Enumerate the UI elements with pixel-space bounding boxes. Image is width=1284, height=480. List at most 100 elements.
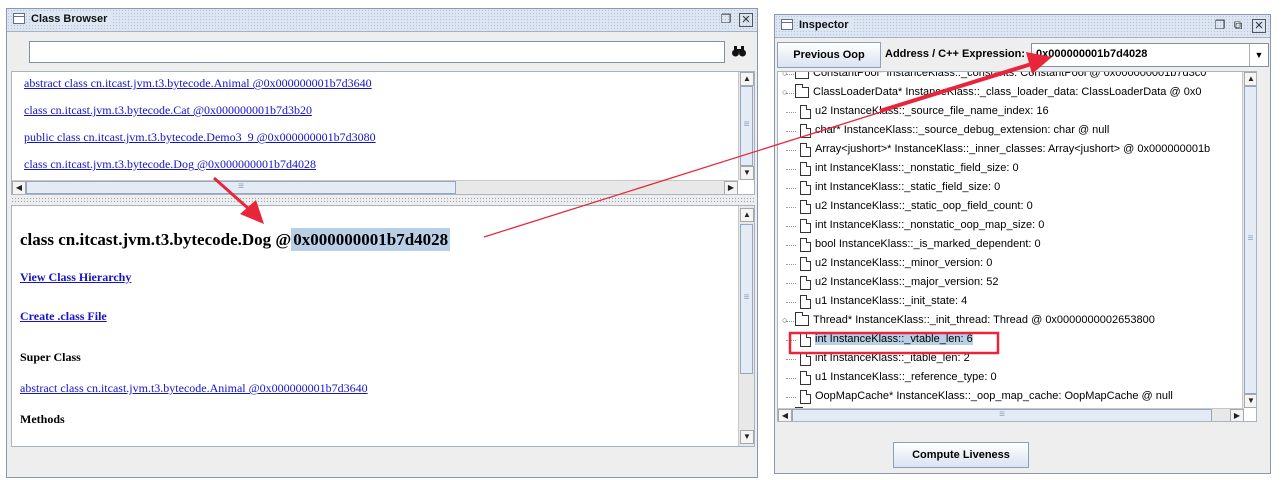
- class-link-cat[interactable]: class cn.itcast.jvm.t3.bytecode.Cat @0x0…: [24, 103, 312, 118]
- restore-icon[interactable]: ❐: [719, 12, 733, 26]
- document-icon: [800, 200, 811, 214]
- class-heading: class cn.itcast.jvm.t3.bytecode.Dog @0x0…: [20, 228, 451, 251]
- inspector-titlebar[interactable]: Inspector ❐ ⧉ ✕: [775, 15, 1270, 38]
- folder-icon: [795, 84, 809, 98]
- expand-icon[interactable]: ○: [782, 72, 789, 78]
- tree-connector: [786, 283, 796, 284]
- tree-row-label: int InstanceKlass::_nonstatic_oop_map_si…: [815, 219, 1045, 231]
- tree-row-label: Array<jushort>* InstanceKlass::_inner_cl…: [815, 143, 1211, 155]
- compute-liveness-button[interactable]: Compute Liveness: [893, 442, 1029, 468]
- expand-icon[interactable]: ○: [782, 316, 789, 325]
- tree-row-label: u2 InstanceKlass::_source_file_name_inde…: [815, 105, 1049, 117]
- tree-row[interactable]: u1 InstanceKlass::_reference_type: 0: [778, 369, 1242, 388]
- tree-row-label: int InstanceKlass::_itable_len: 2: [815, 352, 970, 364]
- tree-row[interactable]: ○ ClassLoaderData* InstanceKlass::_class_…: [778, 84, 1242, 103]
- tree-row[interactable]: u2 InstanceKlass::_major_version: 52: [778, 274, 1242, 293]
- address-combo[interactable]: 0x000000001b7d4028 ▼: [1031, 43, 1269, 67]
- scroll-right-icon[interactable]: ▶: [724, 181, 738, 194]
- tree-row[interactable]: ○ Thread* InstanceKlass::_init_thread: Th…: [778, 312, 1242, 331]
- scroll-thumb[interactable]: [740, 86, 753, 166]
- scroll-down-icon[interactable]: ▼: [740, 166, 754, 180]
- scroll-left-icon[interactable]: ◀: [778, 409, 792, 421]
- search-input[interactable]: [29, 41, 725, 63]
- close-icon[interactable]: ✕: [1252, 19, 1266, 33]
- splitter[interactable]: [11, 197, 755, 203]
- class-heading-prefix: class cn.itcast.jvm.t3.bytecode.Dog @: [20, 230, 292, 249]
- class-browser-titlebar[interactable]: Class Browser ❐ ✕: [7, 9, 757, 32]
- window-icon: [781, 19, 793, 30]
- inspector-tree: ○ ConstantPool* InstanceKlass::_constants…: [777, 71, 1257, 422]
- tree-row[interactable]: Array<jushort>* InstanceKlass::_inner_cl…: [778, 141, 1242, 160]
- previous-oop-button[interactable]: Previous Oop: [777, 42, 881, 68]
- scroll-thumb[interactable]: [740, 224, 753, 374]
- class-link-animal[interactable]: abstract class cn.itcast.jvm.t3.bytecode…: [24, 76, 372, 91]
- tree-row[interactable]: int InstanceKlass::_nonstatic_oop_map_si…: [778, 217, 1242, 236]
- tree-row-label: u1 InstanceKlass::_init_state: 4: [815, 295, 968, 307]
- tree-connector: [786, 112, 796, 113]
- address-input[interactable]: 0x000000001b7d4028: [1036, 48, 1147, 60]
- view-class-hierarchy-link[interactable]: View Class Hierarchy: [20, 270, 131, 285]
- tree-row-label: Thread* InstanceKlass::_init_thread: Thr…: [813, 314, 1155, 326]
- tree-row[interactable]: int InstanceKlass::_static_field_size: 0: [778, 179, 1242, 198]
- tree-row-label: ConstantPool* InstanceKlass::_constants:…: [813, 71, 1207, 79]
- scroll-up-icon[interactable]: ▲: [1244, 72, 1256, 86]
- expand-icon[interactable]: ○: [782, 88, 789, 97]
- scroll-up-icon[interactable]: ▲: [740, 72, 754, 86]
- tree-connector: [786, 226, 796, 227]
- super-class-link[interactable]: abstract class cn.itcast.jvm.t3.bytecode…: [20, 381, 368, 396]
- create-class-file-link[interactable]: Create .class File: [20, 309, 107, 324]
- tree-row[interactable]: OopMapCache* InstanceKlass::_oop_map_cac…: [778, 388, 1242, 407]
- scroll-right-icon[interactable]: ▶: [1230, 409, 1244, 421]
- tree-row-label: ClassLoaderData* InstanceKlass::_class_l…: [813, 86, 1202, 98]
- hscroll-thumb[interactable]: [792, 409, 1212, 421]
- tree-row-label: bool InstanceKlass::_is_marked_dependent…: [815, 238, 1041, 250]
- tree-vscroll[interactable]: ▲ ▼: [1242, 72, 1256, 408]
- tree-row[interactable]: int InstanceKlass::_itable_len: 2: [778, 350, 1242, 369]
- tree-row[interactable]: u1 InstanceKlass::_init_state: 4: [778, 293, 1242, 312]
- scroll-left-icon[interactable]: ◀: [12, 181, 26, 194]
- tree-hscroll[interactable]: ◀ ▶: [778, 408, 1244, 421]
- tree-row[interactable]: u2 InstanceKlass::_static_oop_field_coun…: [778, 198, 1242, 217]
- class-detail-panel: class cn.itcast.jvm.t3.bytecode.Dog @0x0…: [11, 205, 755, 447]
- document-icon: [800, 333, 811, 347]
- tree-row-label: u1 InstanceKlass::_reference_type: 0: [815, 371, 997, 383]
- tree-row-label: u2 InstanceKlass::_major_version: 52: [815, 276, 999, 288]
- class-browser-title: Class Browser: [31, 13, 112, 25]
- detail-vscroll[interactable]: ▲ ▼: [738, 206, 754, 446]
- chevron-down-icon[interactable]: ▼: [1249, 44, 1268, 66]
- scroll-down-icon[interactable]: ▼: [1244, 394, 1256, 408]
- class-link-dog[interactable]: class cn.itcast.jvm.t3.bytecode.Dog @0x0…: [24, 157, 316, 172]
- tree-row-label: u2 InstanceKlass::_minor_version: 0: [815, 257, 993, 269]
- restore-icon[interactable]: ❐: [1213, 18, 1227, 32]
- search-binoculars-icon[interactable]: [731, 43, 747, 59]
- tree-row[interactable]: ○ ConstantPool* InstanceKlass::_constants…: [778, 71, 1242, 84]
- document-icon: [800, 219, 811, 233]
- scroll-down-icon[interactable]: ▼: [740, 430, 754, 444]
- tree-row[interactable]: u2 InstanceKlass::_source_file_name_inde…: [778, 103, 1242, 122]
- tree-connector: [786, 169, 796, 170]
- document-icon: [800, 295, 811, 309]
- close-icon[interactable]: ✕: [739, 13, 753, 27]
- class-list-vscroll[interactable]: ▲ ▼: [738, 72, 754, 180]
- document-icon: [800, 124, 811, 138]
- tree-connector: [786, 264, 796, 265]
- tree-connector: [786, 188, 796, 189]
- tree-row[interactable]: bool InstanceKlass::_is_marked_dependent…: [778, 236, 1242, 255]
- tree-connector: [786, 150, 796, 151]
- document-icon: [800, 181, 811, 195]
- class-list-hscroll[interactable]: ◀ ▶: [12, 180, 738, 194]
- tree-connector: [786, 207, 796, 208]
- tree-row[interactable]: int InstanceKlass::_vtable_len: 6: [778, 331, 1242, 350]
- tree-row[interactable]: char* InstanceKlass::_source_debug_exten…: [778, 122, 1242, 141]
- tree-row[interactable]: u2 InstanceKlass::_minor_version: 0: [778, 255, 1242, 274]
- super-class-label: Super Class: [20, 350, 81, 364]
- scroll-up-icon[interactable]: ▲: [740, 208, 754, 222]
- maximize-icon[interactable]: ⧉: [1231, 18, 1245, 32]
- tree-row[interactable]: int InstanceKlass::_nonstatic_field_size…: [778, 160, 1242, 179]
- hscroll-thumb[interactable]: [26, 181, 456, 194]
- class-heading-address[interactable]: 0x000000001b7d4028: [291, 228, 451, 251]
- tree-row-label: int InstanceKlass::_nonstatic_field_size…: [815, 162, 1019, 174]
- scroll-thumb[interactable]: [1244, 86, 1256, 394]
- class-link-demo3-9[interactable]: public class cn.itcast.jvm.t3.bytecode.D…: [24, 130, 376, 145]
- address-label: Address / C++ Expression:: [885, 48, 1025, 60]
